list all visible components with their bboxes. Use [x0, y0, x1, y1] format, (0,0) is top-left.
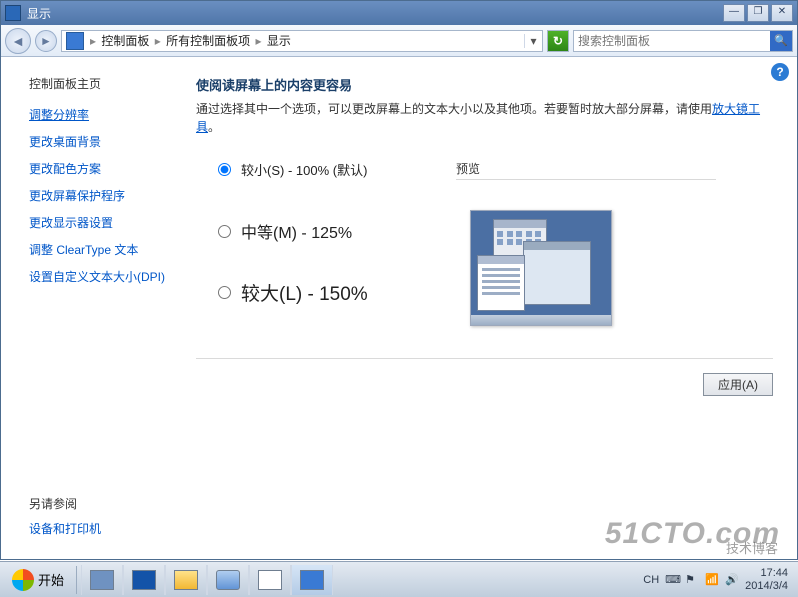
taskbar-explorer-icon[interactable] [165, 565, 207, 595]
sidebar-item-cleartype[interactable]: 调整 ClearType 文本 [29, 241, 182, 258]
breadcrumb[interactable]: ▸ 控制面板 ▸ 所有控制面板项 ▸ 显示 [88, 32, 524, 49]
tray-action-icon[interactable]: ⚑ [685, 573, 699, 587]
seealso-heading: 另请参阅 [29, 495, 182, 512]
back-button[interactable]: ◄ [5, 28, 31, 54]
taskbar-controlpanel-icon[interactable] [291, 565, 333, 595]
breadcrumb-2[interactable]: 所有控制面板项 [166, 34, 250, 48]
sidebar-item-dpi[interactable]: 设置自定义文本大小(DPI) [29, 268, 182, 285]
nav-toolbar: ◄ ► ▸ 控制面板 ▸ 所有控制面板项 ▸ 显示 ▾ ↻ 🔍 [1, 25, 797, 57]
start-orb-icon [12, 569, 34, 591]
sidebar-item-wallpaper[interactable]: 更改桌面背景 [29, 133, 182, 150]
window-frame: 显示 — ❐ ✕ ◄ ► ▸ 控制面板 ▸ 所有控制面板项 ▸ 显示 ▾ ↻ 🔍 [0, 0, 798, 560]
sidebar-item-devices-printers[interactable]: 设备和打印机 [29, 520, 182, 537]
tray-icon[interactable]: ⌨ [665, 573, 679, 587]
minimize-button[interactable]: — [723, 4, 745, 22]
breadcrumb-1[interactable]: 控制面板 [101, 34, 149, 48]
radio-small[interactable]: 较小(S) - 100% (默认) [218, 160, 446, 179]
radio-large[interactable]: 较大(L) - 150% [218, 279, 446, 306]
ime-indicator[interactable]: CH [643, 574, 659, 586]
taskbar-config-icon[interactable] [207, 565, 249, 595]
tray-volume-icon[interactable]: 🔊 [725, 573, 739, 587]
tray-clock[interactable]: 17:44 2014/3/4 [745, 567, 788, 591]
control-panel-home-link[interactable]: 控制面板主页 [29, 75, 182, 92]
sidebar-item-monitor[interactable]: 更改显示器设置 [29, 214, 182, 231]
taskbar-servermanager-icon[interactable] [81, 565, 123, 595]
window-icon [5, 5, 21, 21]
search-input[interactable] [574, 34, 770, 48]
forward-button[interactable]: ► [35, 30, 57, 52]
address-icon [66, 32, 84, 50]
refresh-button[interactable]: ↻ [547, 30, 569, 52]
search-icon[interactable]: 🔍 [770, 31, 792, 51]
radio-medium-input[interactable] [218, 225, 231, 238]
address-dropdown[interactable]: ▾ [524, 34, 542, 48]
breadcrumb-3[interactable]: 显示 [267, 34, 291, 48]
sidebar-item-resolution[interactable]: 调整分辨率 [29, 106, 182, 123]
radio-large-input[interactable] [218, 286, 231, 299]
window-title: 显示 [27, 5, 721, 22]
radio-medium[interactable]: 中等(M) - 125% [218, 219, 446, 243]
close-button[interactable]: ✕ [771, 4, 793, 22]
tray-network-icon[interactable]: 📶 [705, 573, 719, 587]
system-tray: CH ⌨ ⚑ 📶 🔊 17:44 2014/3/4 [643, 567, 794, 591]
sidebar: 控制面板主页 调整分辨率 更改桌面背景 更改配色方案 更改屏幕保护程序 更改显示… [1, 57, 196, 559]
main-panel: 使阅读屏幕上的内容更容易 通过选择其中一个选项，可以更改屏幕上的文本大小以及其他… [196, 57, 797, 559]
radio-small-input[interactable] [218, 163, 231, 176]
taskbar: 开始 CH ⌨ ⚑ 📶 🔊 17:44 2014/3/4 [0, 561, 798, 597]
maximize-button[interactable]: ❐ [747, 4, 769, 22]
taskbar-powershell-icon[interactable] [123, 565, 165, 595]
title-bar: 显示 — ❐ ✕ [1, 1, 797, 25]
address-bar[interactable]: ▸ 控制面板 ▸ 所有控制面板项 ▸ 显示 ▾ [61, 30, 543, 52]
search-box[interactable]: 🔍 [573, 30, 793, 52]
sidebar-item-screensaver[interactable]: 更改屏幕保护程序 [29, 187, 182, 204]
taskbar-notepad-icon[interactable] [249, 565, 291, 595]
apply-button[interactable]: 应用(A) [703, 373, 773, 396]
preview-label: 预览 [456, 160, 716, 180]
preview-image [470, 210, 612, 326]
start-button[interactable]: 开始 [4, 565, 72, 595]
page-description: 通过选择其中一个选项，可以更改屏幕上的文本大小以及其他项。若要暂时放大部分屏幕，… [196, 100, 777, 136]
page-title: 使阅读屏幕上的内容更容易 [196, 75, 777, 94]
sidebar-item-scheme[interactable]: 更改配色方案 [29, 160, 182, 177]
